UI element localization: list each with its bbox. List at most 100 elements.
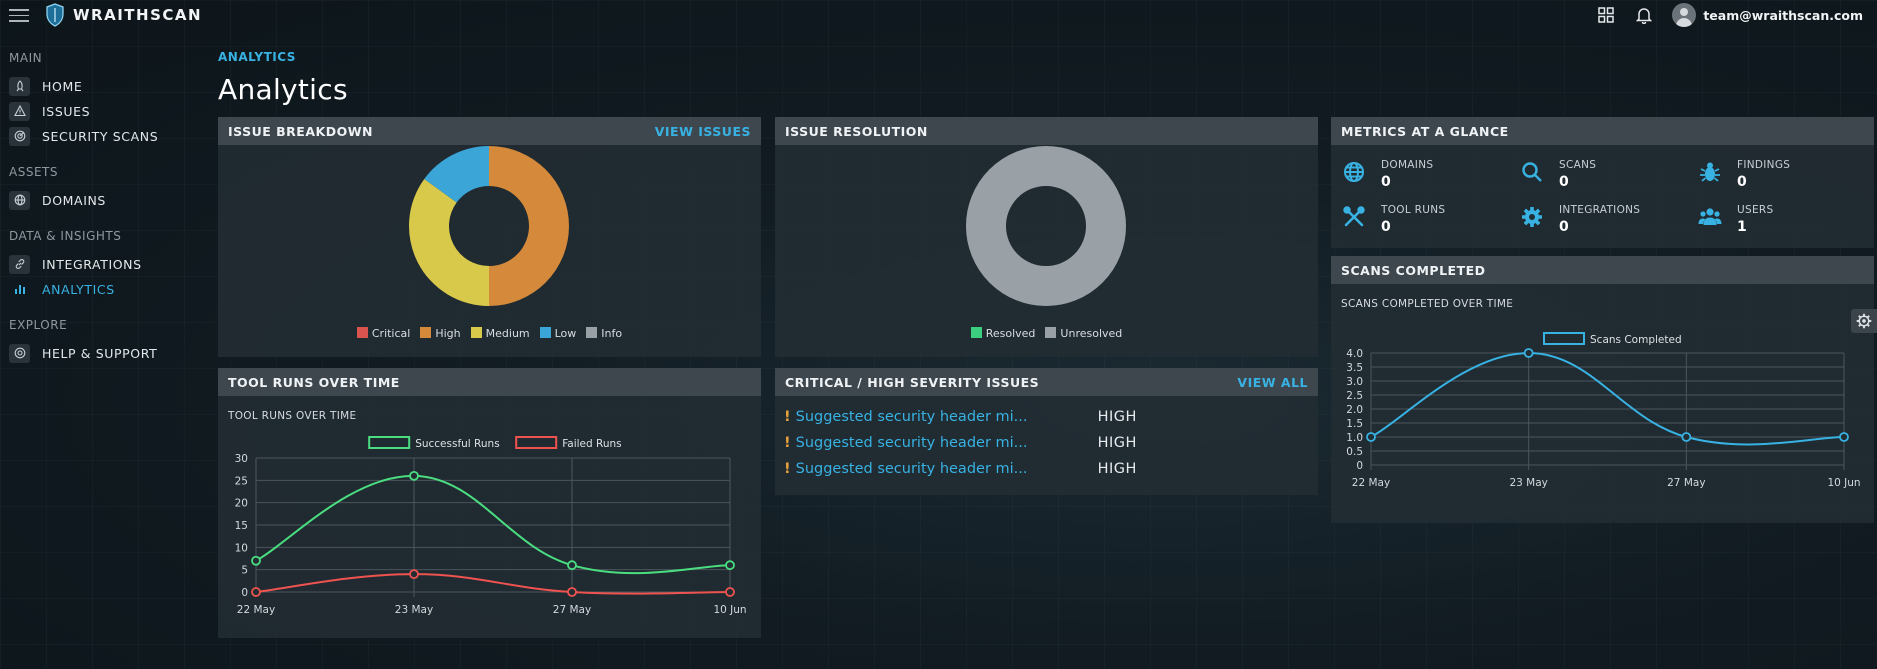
metric-value: 0 xyxy=(1381,174,1391,190)
y-tick-label: 1.5 xyxy=(1346,418,1363,430)
user-menu[interactable]: team@wraithscan.com xyxy=(1672,3,1863,27)
legend-item[interactable]: Unresolved xyxy=(1045,327,1122,340)
donut-slice-unresolved[interactable] xyxy=(966,146,1126,306)
tools-icon xyxy=(1341,204,1367,230)
metric-tool-runs[interactable]: TOOL RUNS 0 xyxy=(1341,204,1445,235)
sidebar-item-label: HELP & SUPPORT xyxy=(42,345,158,361)
donut-slice-high[interactable] xyxy=(489,146,569,306)
sidebar-item-label: DOMAINS xyxy=(42,192,106,208)
issue-breakdown-panel: ISSUE BREAKDOWN VIEW ISSUES Critical Hig… xyxy=(218,117,761,357)
metric-value: 1 xyxy=(1737,219,1747,235)
sidebar-item-domains[interactable]: DOMAINS xyxy=(0,189,200,211)
data-point[interactable] xyxy=(725,560,735,571)
data-point[interactable] xyxy=(1523,348,1534,358)
donut-slice-medium[interactable] xyxy=(409,178,489,306)
sidebar-item-label: SECURITY SCANS xyxy=(42,128,159,144)
bell-icon[interactable] xyxy=(1634,5,1654,25)
panel-title: METRICS AT A GLANCE xyxy=(1341,123,1509,139)
breadcrumb[interactable]: ANALYTICS xyxy=(218,50,296,64)
view-all-link[interactable]: VIEW ALL xyxy=(1237,375,1308,390)
data-point[interactable] xyxy=(251,555,261,566)
scans-completed-chart: 0 0.5 1.0 1.5 2.0 2.5 3.0 3.5 4.0 22 May 23 May 27 … xyxy=(1346,332,1861,489)
panel-title: SCANS COMPLETED xyxy=(1341,262,1486,278)
legend-item[interactable]: Info xyxy=(586,327,622,340)
panel-title: ISSUE BREAKDOWN xyxy=(228,123,373,139)
y-tick-label: 15 xyxy=(235,520,248,532)
settings-gear-button[interactable] xyxy=(1851,309,1877,333)
view-issues-link[interactable]: VIEW ISSUES xyxy=(655,124,751,139)
data-point[interactable] xyxy=(409,569,419,580)
legend-swatch xyxy=(1045,327,1057,338)
metric-scans[interactable]: SCANS 0 xyxy=(1519,159,1596,190)
sidebar-item-label: ANALYTICS xyxy=(42,281,115,297)
legend-swatch[interactable] xyxy=(515,436,558,449)
sidebar-item-analytics[interactable]: ANALYTICS xyxy=(0,278,200,300)
legend-swatch[interactable] xyxy=(368,436,411,449)
brand[interactable]: WRAITHSCAN xyxy=(45,3,202,27)
legend-label[interactable]: Scans Completed xyxy=(1590,334,1682,346)
y-tick-label: 3.0 xyxy=(1346,376,1363,388)
legend-label[interactable]: Failed Runs xyxy=(562,438,621,450)
metric-value: 0 xyxy=(1737,174,1747,190)
issue-row[interactable]: ! Suggested security header mi... HIGH xyxy=(784,409,1137,425)
severity-label: HIGH xyxy=(1097,409,1137,425)
sidebar-item-help-support[interactable]: HELP & SUPPORT xyxy=(0,342,200,364)
sidebar-item-home[interactable]: HOME xyxy=(0,75,200,97)
issue-title[interactable]: Suggested security header mi... xyxy=(796,461,1098,477)
metric-value: 0 xyxy=(1559,174,1569,190)
sidebar-item-issues[interactable]: ISSUES xyxy=(0,100,200,122)
legend-item[interactable]: High xyxy=(420,327,461,340)
bug-icon xyxy=(1697,159,1723,185)
data-point[interactable] xyxy=(1366,432,1376,442)
legend-item[interactable]: Low xyxy=(539,327,576,340)
globe-icon xyxy=(1341,159,1367,185)
issue-title[interactable]: Suggested security header mi... xyxy=(796,409,1098,425)
y-tick-label: 2.0 xyxy=(1346,404,1363,416)
alert-icon: ! xyxy=(784,461,791,477)
legend-swatch xyxy=(970,327,982,338)
y-tick-label: 3.5 xyxy=(1346,362,1363,374)
issue-row[interactable]: ! Suggested security header mi... HIGH xyxy=(784,461,1137,477)
search-icon xyxy=(1519,159,1545,185)
metric-value: 0 xyxy=(1559,219,1569,235)
issue-row[interactable]: ! Suggested security header mi... HIGH xyxy=(784,435,1137,451)
help-icon xyxy=(9,343,30,363)
data-point[interactable] xyxy=(251,587,261,597)
sidebar-item-label: HOME xyxy=(42,78,83,94)
legend-item[interactable]: Medium xyxy=(470,327,530,340)
metric-users[interactable]: USERS 1 xyxy=(1697,204,1773,235)
legend-swatch xyxy=(356,327,368,338)
y-tick-label: 20 xyxy=(235,498,248,510)
legend-item[interactable]: Critical xyxy=(356,327,410,340)
sidebar-item-security-scans[interactable]: SECURITY SCANS xyxy=(0,125,200,147)
y-tick-label: 10 xyxy=(235,542,248,554)
data-point[interactable] xyxy=(1839,432,1849,442)
gear-icon xyxy=(1519,204,1545,230)
metric-domains[interactable]: DOMAINS 0 xyxy=(1341,159,1433,190)
panel-title: ISSUE RESOLUTION xyxy=(785,123,928,139)
issue-title[interactable]: Suggested security header mi... xyxy=(796,435,1098,451)
y-tick-label: 0 xyxy=(241,587,248,599)
grid-icon[interactable] xyxy=(1596,5,1616,25)
legend-swatch xyxy=(420,327,432,338)
legend-item[interactable]: Resolved xyxy=(970,327,1035,340)
sidebar-item-integrations[interactable]: INTEGRATIONS xyxy=(0,253,200,275)
y-tick-label: 0.5 xyxy=(1346,446,1363,458)
data-point[interactable] xyxy=(409,470,419,481)
tool-runs-panel: TOOL RUNS OVER TIME TOOL RUNS OVER TIME … xyxy=(218,368,761,638)
menu-toggle-button[interactable] xyxy=(9,9,29,22)
critical-issues-panel: CRITICAL / HIGH SEVERITY ISSUES VIEW ALL… xyxy=(775,368,1318,495)
legend-swatch[interactable] xyxy=(1543,332,1585,345)
data-point[interactable] xyxy=(725,587,735,597)
x-tick-label: 22 May xyxy=(1352,477,1390,489)
y-tick-label: 1.0 xyxy=(1346,432,1363,444)
series-line xyxy=(255,474,731,575)
metric-integrations[interactable]: INTEGRATIONS 0 xyxy=(1519,204,1640,235)
data-point[interactable] xyxy=(1681,432,1692,442)
data-point[interactable] xyxy=(567,587,577,597)
legend-swatch xyxy=(586,327,598,338)
legend-label[interactable]: Successful Runs xyxy=(415,438,499,450)
data-point[interactable] xyxy=(567,560,577,571)
metric-findings[interactable]: FINDINGS 0 xyxy=(1697,159,1790,190)
sidebar-item-label: ISSUES xyxy=(42,103,91,119)
